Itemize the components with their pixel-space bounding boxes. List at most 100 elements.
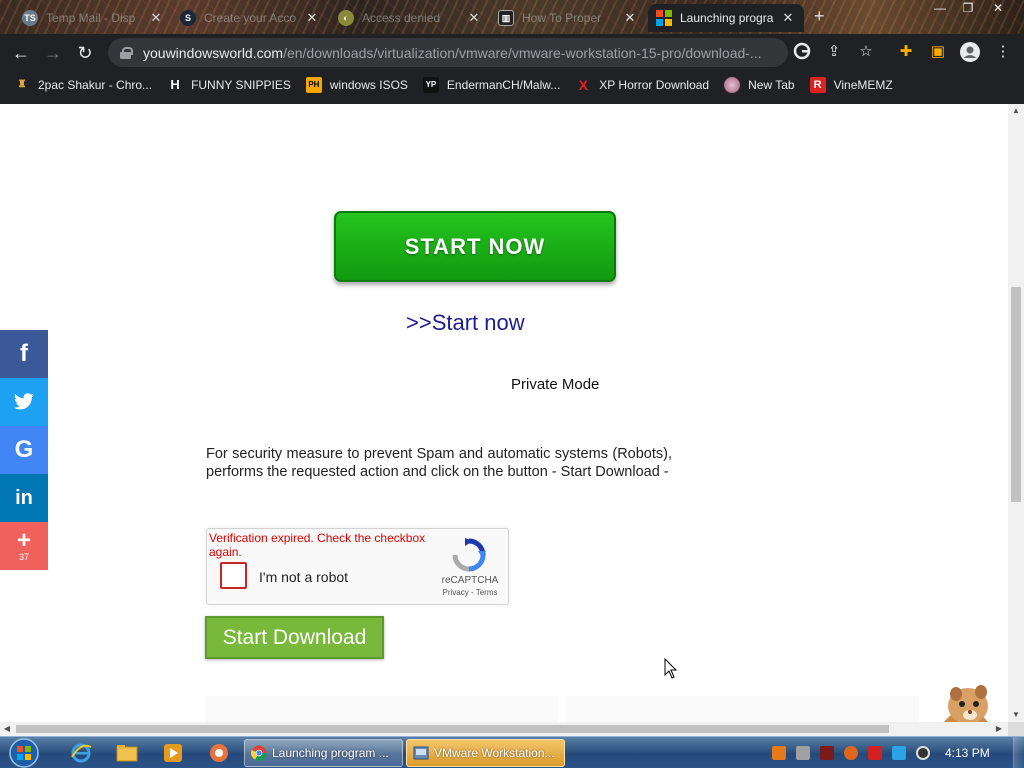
bookmark-label: VineMEMZ (833, 77, 893, 92)
show-desktop-button[interactable] (1013, 737, 1024, 769)
vertical-scroll-thumb[interactable] (1011, 287, 1021, 502)
share-icon[interactable]: ⇪ (824, 42, 844, 62)
close-icon[interactable]: ✕ (622, 10, 638, 26)
twitter-share-button[interactable] (0, 378, 48, 426)
bookmark-xp-horror[interactable]: X XP Horror Download (575, 76, 710, 93)
facebook-icon: f (20, 340, 28, 367)
google-share-button[interactable]: G (0, 426, 48, 474)
profile-avatar-icon[interactable] (960, 42, 980, 62)
scrollbar-corner (1008, 722, 1024, 736)
tool-tray-icon[interactable] (820, 746, 834, 760)
tab-launching[interactable]: Launching progra ✕ (648, 4, 804, 32)
new-tab-icon[interactable]: + (814, 6, 825, 27)
tab-temp-mail[interactable]: TS Temp Mail - Disp ✕ (14, 4, 172, 32)
recaptcha-links: Privacy - Terms (437, 588, 503, 597)
google-lens-icon[interactable] (792, 42, 812, 62)
bookmark-endermanch[interactable]: YP EndermanCH/Malw... (422, 76, 560, 93)
bookmark-2pac[interactable]: ♜ 2pac Shakur - Chro... (14, 77, 153, 93)
volume-tray-icon[interactable] (916, 746, 930, 760)
recaptcha-label: I'm not a robot (259, 569, 349, 585)
vmware-icon (413, 746, 429, 760)
tab-title: Create your Acco (204, 11, 297, 25)
tab-how-to[interactable]: ▥ How To Proper ✕ (490, 4, 646, 32)
internet-explorer-icon[interactable] (64, 741, 98, 765)
bookmark-new-tab[interactable]: New Tab (724, 76, 795, 93)
content-box-right (567, 696, 919, 722)
twitter-icon (14, 393, 34, 410)
close-icon[interactable]: ✕ (304, 10, 320, 26)
scroll-left-icon[interactable]: ◀ (0, 722, 14, 736)
horizontal-scroll-thumb[interactable] (16, 725, 889, 733)
taskbar-item-vmware[interactable]: VMware Workstation... (406, 739, 565, 767)
start-download-button[interactable]: Start Download (205, 616, 384, 659)
extensions-icon[interactable]: ✚ (896, 42, 916, 62)
more-share-button[interactable]: + 37 (0, 522, 48, 570)
media-player-icon[interactable] (156, 741, 190, 765)
tab-title: Launching progra (680, 11, 774, 25)
start-now-link[interactable]: >>Start now (406, 310, 525, 336)
maximize-icon[interactable]: ❐ (954, 0, 982, 18)
tab-title: Temp Mail - Disp (46, 11, 136, 25)
linkedin-icon: in (15, 486, 33, 509)
forward-icon[interactable]: → (40, 40, 66, 66)
terms-link[interactable]: Terms (476, 588, 498, 597)
privacy-link[interactable]: Privacy (443, 588, 469, 597)
bookmark-windows-isos[interactable]: PH windows ISOS (305, 76, 408, 93)
scroll-right-icon[interactable]: ▶ (992, 722, 1006, 736)
settings-tray-icon[interactable] (796, 746, 810, 760)
bookmark-star-icon[interactable]: ☆ (856, 42, 876, 62)
bookmark-x-icon: X (578, 76, 588, 93)
flag-tray-icon[interactable] (868, 746, 882, 760)
social-share-bar: f G in + 37 (0, 330, 48, 570)
globe-icon: ◐ (338, 10, 354, 26)
tab-steam[interactable]: S Create your Acco ✕ (172, 4, 328, 32)
menu-kebab-icon[interactable]: ⋮ (993, 42, 1013, 62)
horizontal-scrollbar[interactable]: ◀ ▶ (0, 722, 1008, 736)
url-path: /en/downloads/virtualization/vmware/vmwa… (283, 44, 762, 61)
linkedin-share-button[interactable]: in (0, 474, 48, 522)
scroll-up-icon[interactable]: ▲ (1008, 104, 1024, 118)
hamster-desktop-pet[interactable] (918, 682, 1008, 722)
private-mode-text: Private Mode (511, 376, 600, 393)
temp-mail-icon: TS (22, 10, 38, 26)
url-text[interactable]: youwindowsworld.com/en/downloads/virtual… (143, 45, 762, 61)
site-icon: ▥ (498, 10, 514, 26)
close-window-icon[interactable]: ✕ (984, 0, 1012, 18)
bookmark-ph-icon: PH (305, 76, 322, 93)
taskbar-clock[interactable]: 4:13 PM (945, 746, 990, 760)
google-icon: G (14, 436, 34, 463)
avast-tray-icon[interactable] (772, 746, 786, 760)
steam-icon: S (180, 10, 196, 26)
scroll-down-icon[interactable]: ▼ (1008, 708, 1024, 722)
facebook-share-button[interactable]: f (0, 330, 48, 378)
search-tray-icon[interactable] (844, 746, 858, 760)
address-bar[interactable]: youwindowsworld.com/en/downloads/virtual… (108, 38, 788, 67)
minimize-icon[interactable]: — (926, 0, 954, 18)
security-notice: For security measure to prevent Spam and… (206, 446, 672, 480)
bookmark-funny-snippies[interactable]: H FUNNY SNIPPIES (167, 77, 291, 93)
recaptcha-checkbox[interactable] (220, 562, 247, 589)
vertical-scrollbar[interactable]: ▲ ▼ (1008, 104, 1024, 722)
bookmark-vinememz[interactable]: R VineMEMZ (809, 76, 893, 93)
taskbar-item-chrome[interactable]: Launching program ... (244, 739, 403, 767)
back-icon[interactable]: ← (8, 40, 34, 66)
file-explorer-icon[interactable] (110, 741, 144, 765)
close-icon[interactable]: ✕ (466, 10, 482, 26)
side-panel-icon[interactable]: ▣ (928, 42, 948, 62)
reload-icon[interactable]: ↻ (72, 40, 98, 66)
bookmark-h-icon: H (170, 77, 180, 92)
mouse-cursor-icon (664, 658, 678, 679)
tab-access-denied[interactable]: ◐ Access denied ✕ (330, 4, 490, 32)
links-separator: - (468, 588, 476, 597)
close-icon[interactable]: ✕ (780, 10, 796, 26)
windows-logo-icon (656, 10, 672, 26)
lock-icon (120, 46, 133, 59)
start-button-icon[interactable] (6, 738, 42, 768)
content-box-left (206, 696, 558, 722)
pinned-app-icon[interactable] (202, 741, 236, 765)
close-icon[interactable]: ✕ (148, 10, 164, 26)
network-tray-icon[interactable] (892, 746, 906, 760)
bookmark-newtab-icon (724, 76, 741, 93)
share-count: 37 (18, 552, 29, 562)
start-now-button[interactable]: START NOW (334, 211, 616, 282)
